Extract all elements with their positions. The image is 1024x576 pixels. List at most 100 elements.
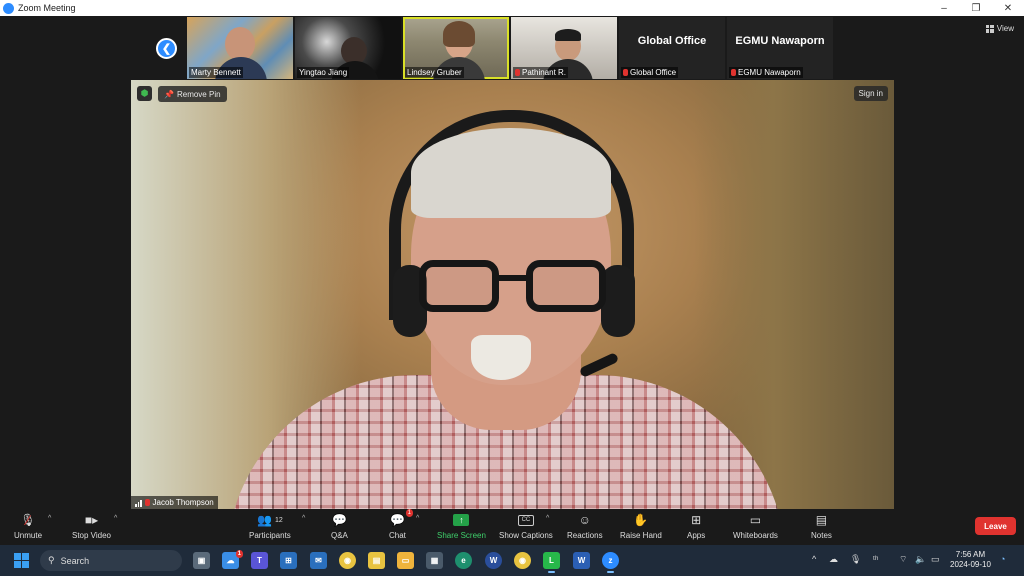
zoom-taskbar-icon[interactable]: z <box>602 552 619 573</box>
close-button[interactable]: ✕ <box>992 0 1024 16</box>
raise-hand-button[interactable]: ✋ Raise Hand <box>620 512 662 540</box>
glasses-lens <box>526 260 606 312</box>
mail-icon[interactable]: ✉ <box>310 552 327 569</box>
onedrive-icon[interactable]: ☁ <box>829 554 838 565</box>
share-screen-label: Share Screen <box>437 531 486 540</box>
restore-button[interactable]: ❐ <box>960 0 992 16</box>
participants-icon: 👥 12 <box>257 513 283 527</box>
audio-options-caret[interactable]: ^ <box>48 515 51 522</box>
participants-label: Participants <box>249 531 291 540</box>
language-icon[interactable]: ᵗʰ <box>873 554 878 564</box>
mic-muted-icon <box>623 69 628 76</box>
minimize-button[interactable]: – <box>928 0 960 16</box>
signal-strength-icon <box>135 499 142 507</box>
weather-icon[interactable]: ☁ 1 <box>222 550 243 569</box>
apps-button[interactable]: ⊞ Apps <box>687 512 705 540</box>
windows-taskbar: ⚲ Search ▣ ☁ 1 T ⊞ ✉ ◉ ▤ ▭ ▦ e W ◉ L W z … <box>0 545 1024 576</box>
qa-label: Q&A <box>331 531 348 540</box>
qa-icon: 💬 <box>331 513 347 527</box>
search-icon: ⚲ <box>48 555 55 565</box>
chevron-up-icon[interactable]: ^ <box>812 554 816 564</box>
participant-tile[interactable]: Yingtao Jiang <box>295 17 401 79</box>
battery-icon[interactable]: ▭ <box>931 554 940 565</box>
line-icon[interactable]: L <box>543 552 560 573</box>
calculator-icon[interactable]: ▦ <box>426 552 443 569</box>
reactions-button[interactable]: ☺ Reactions <box>567 512 603 540</box>
participants-button[interactable]: 👥 12 Participants <box>249 512 291 540</box>
participant-tile[interactable]: Marty Bennett <box>187 17 293 79</box>
gallery-strip: Marty Bennett Yingtao Jiang Lindsey Grub… <box>187 17 833 79</box>
participant-tile[interactable]: EGMU Nawaporn EGMU Nawaporn <box>727 17 833 79</box>
teams-icon[interactable]: T <box>251 552 268 569</box>
taskbar-clock[interactable]: 7:56 AM 2024-09-10 <box>950 550 991 570</box>
participant-display-name: Global Office <box>637 35 707 47</box>
weather-badge: 1 <box>235 550 243 558</box>
mic-muted-icon <box>144 499 150 506</box>
leave-button[interactable]: Leave <box>975 517 1016 535</box>
word-icon[interactable]: W <box>573 552 590 569</box>
remove-pin-button[interactable]: 📌 Remove Pin <box>158 86 227 102</box>
taskbar-search[interactable]: ⚲ Search <box>40 550 182 571</box>
wifi-icon[interactable]: ⌔ <box>899 554 907 565</box>
participant-tile[interactable]: Global Office Global Office <box>619 17 725 79</box>
mic-muted-icon <box>515 69 520 76</box>
store-icon[interactable]: ⊞ <box>280 552 297 569</box>
participant-video <box>225 27 255 61</box>
whiteboard-icon: ▭ <box>749 513 762 527</box>
qa-button[interactable]: 💬 Q&A <box>331 512 348 540</box>
participant-name: Pathinant R. <box>513 67 569 78</box>
microphone-muted-icon: 🎙 ⁄ <box>20 512 36 528</box>
participant-display-name: EGMU Nawaporn <box>735 35 825 47</box>
participant-name: EGMU Nawaporn <box>729 67 803 78</box>
webex-icon[interactable]: W <box>485 552 502 569</box>
shield-icon[interactable]: ⬢ <box>137 86 152 101</box>
chat-options-caret[interactable]: ^ <box>416 515 419 522</box>
video-camera-icon: ■▸ <box>84 513 99 527</box>
show-captions-button[interactable]: CC Show Captions <box>499 512 553 540</box>
chrome-icon[interactable]: ◉ <box>339 552 356 569</box>
notifications-icon[interactable]: ◔ <box>1000 554 1005 564</box>
search-placeholder: Search <box>60 555 90 566</box>
meeting-area: View ❮ Marty Bennett Yingtao Jiang Linds… <box>0 16 1024 509</box>
chevron-left-icon: ❮ <box>161 43 172 55</box>
share-screen-button[interactable]: ↑ Share Screen <box>437 512 486 540</box>
chat-icon: 💬 1 <box>389 509 413 527</box>
clock-time: 7:56 AM <box>955 550 986 559</box>
smiley-icon: ☺ <box>578 513 591 527</box>
participant-name: Yingtao Jiang <box>297 67 350 78</box>
notes-label: Notes <box>811 531 832 540</box>
view-button[interactable]: View <box>985 24 1014 33</box>
chat-badge: 1 <box>405 509 413 517</box>
apps-icon: ⊞ <box>691 513 702 527</box>
edge-icon[interactable]: e <box>455 552 472 569</box>
file-explorer-icon[interactable]: ▭ <box>397 552 414 569</box>
stop-video-button[interactable]: ■▸ Stop Video <box>72 512 111 540</box>
whiteboards-button[interactable]: ▭ Whiteboards <box>733 512 778 540</box>
main-video[interactable]: ⬢ 📌 Remove Pin Sign in Jacob Thompson <box>131 80 894 509</box>
show-captions-label: Show Captions <box>499 531 553 540</box>
previous-page-button[interactable]: ❮ <box>156 38 177 59</box>
participant-tile[interactable]: Pathinant R. <box>511 17 617 79</box>
microphone-icon[interactable]: 🎙 <box>850 554 861 565</box>
participants-count: 12 <box>274 516 283 524</box>
participant-video-hair <box>443 21 475 47</box>
task-view-icon[interactable]: ▣ <box>193 552 210 569</box>
share-screen-icon: ↑ <box>453 514 470 526</box>
sticky-notes-icon[interactable]: ▤ <box>368 552 385 569</box>
unmute-button[interactable]: 🎙 ⁄ Unmute <box>14 512 42 540</box>
participant-name: Global Office <box>621 67 679 78</box>
glasses-lens <box>419 260 499 312</box>
volume-icon[interactable]: 🔈 <box>915 554 926 565</box>
participant-tile-active[interactable]: Lindsey Gruber <box>403 17 509 79</box>
participants-options-caret[interactable]: ^ <box>302 515 305 522</box>
captions-options-caret[interactable]: ^ <box>546 515 549 522</box>
video-options-caret[interactable]: ^ <box>114 515 117 522</box>
sign-in-button[interactable]: Sign in <box>853 86 888 101</box>
zoom-app-icon <box>3 2 14 14</box>
notes-button[interactable]: ▤ Notes <box>811 512 832 540</box>
windows-start-icon[interactable] <box>14 553 29 568</box>
chat-button[interactable]: 💬 1 Chat <box>389 509 413 540</box>
chrome-profile-icon[interactable]: ◉ <box>514 552 531 569</box>
chat-label: Chat <box>389 531 406 540</box>
speaker-goatee <box>471 335 531 380</box>
